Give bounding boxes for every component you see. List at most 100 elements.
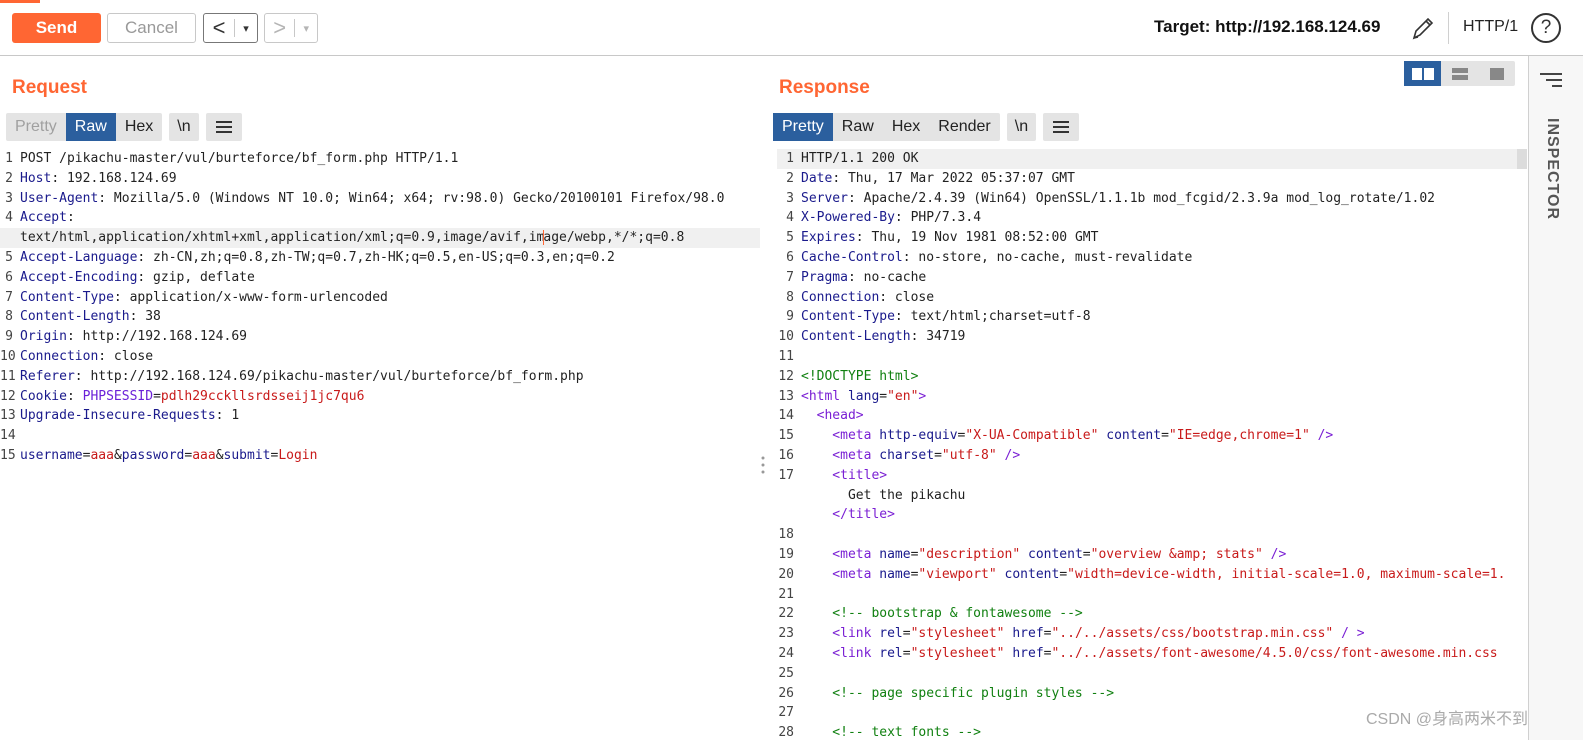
code-line: 6 Accept-Encoding: gzip, deflate bbox=[0, 268, 760, 288]
code-text: : http://192.168.124.69/pikachu-master/v… bbox=[74, 368, 584, 384]
line-number: 3 bbox=[5, 190, 13, 206]
request-view-tabs: Pretty Raw Hex bbox=[6, 113, 163, 141]
response-tab-row: Pretty Raw Hex Render \n bbox=[773, 113, 1080, 141]
request-title: Request bbox=[12, 77, 87, 98]
code-text: lang bbox=[840, 388, 880, 404]
code-text: User-Agent: Mozilla/5.0 (Windows NT 10.0… bbox=[20, 189, 724, 209]
code-text: = bbox=[1082, 546, 1091, 562]
code-text: / > bbox=[1333, 626, 1365, 642]
newline-toggle-button[interactable]: \n bbox=[169, 113, 199, 141]
response-viewer[interactable]: 1 HTTP/1.1 200 OK 2 Date: Thu, 17 Mar 2022… bbox=[777, 149, 1517, 740]
code-line: 13 Upgrade-Insecure-Requests: 1 bbox=[0, 406, 760, 426]
back-arrow-button[interactable]: < bbox=[204, 15, 234, 41]
response-title: Response bbox=[779, 77, 870, 98]
code-text: Cache-Control: no-store, no-cache, must-… bbox=[801, 248, 1192, 268]
code-text: username=aaa&password=aaa&submit=Login bbox=[20, 446, 317, 466]
code-text: /> bbox=[996, 447, 1021, 463]
http-version-toggle[interactable]: HTTP/1 bbox=[1463, 18, 1518, 36]
code-text: <html lang="en"> bbox=[801, 387, 926, 407]
code-text: Get the pikachu bbox=[801, 487, 966, 503]
code-text: : application/x-www-form-urlencoded bbox=[113, 289, 388, 305]
code-text: <link rel="stylesheet" href="../../asset… bbox=[801, 624, 1365, 644]
forward-dropdown-icon[interactable]: ▾ bbox=[295, 22, 317, 35]
menu-icon[interactable] bbox=[1043, 113, 1080, 141]
line-number: 10 bbox=[778, 329, 794, 345]
line-number: 24 bbox=[778, 645, 794, 661]
tab-raw[interactable]: Raw bbox=[65, 113, 116, 141]
code-text: X-Powered-By: PHP/7.3.4 bbox=[801, 208, 981, 228]
line-number: 19 bbox=[778, 546, 794, 562]
code-text: Server bbox=[801, 190, 848, 206]
code-text: /> bbox=[1309, 428, 1334, 444]
code-text: Login bbox=[278, 447, 318, 463]
code-text: : no-cache bbox=[847, 269, 927, 285]
request-editor[interactable]: 1 POST /pikachu-master/vul/burteforce/bf_… bbox=[0, 149, 760, 466]
code-text: = bbox=[153, 388, 161, 404]
code-text: : 1 bbox=[215, 408, 240, 424]
line-number: 7 bbox=[786, 269, 794, 285]
code-text: http-equiv bbox=[871, 428, 958, 444]
inspector-toggle-icon[interactable] bbox=[1540, 71, 1562, 89]
edit-target-pencil-icon[interactable] bbox=[1410, 14, 1434, 42]
code-line: 3 User-Agent: Mozilla/5.0 (Windows NT 10.… bbox=[0, 189, 760, 209]
line-number: 2 bbox=[5, 170, 13, 186]
top-bottom-layout-icon[interactable] bbox=[1441, 61, 1478, 86]
line-number: 12 bbox=[0, 388, 16, 404]
history-back-group: < ▾ bbox=[203, 13, 258, 43]
code-text: Connection: close bbox=[20, 347, 153, 367]
code-text: : Apache/2.4.39 (Win64) OpenSSL/1.1.1b m… bbox=[847, 190, 1435, 206]
tab-hex[interactable]: Hex bbox=[883, 113, 929, 141]
code-text: Referer: http://192.168.124.69/pikachu-m… bbox=[20, 367, 584, 387]
code-text: username bbox=[20, 447, 83, 463]
forward-arrow-button[interactable]: > bbox=[265, 15, 294, 41]
code-line-current: 1 HTTP/1.1 200 OK bbox=[777, 149, 1517, 169]
code-text: "stylesheet" bbox=[910, 626, 1005, 642]
line-number: 18 bbox=[778, 527, 794, 543]
code-text: "stylesheet" bbox=[910, 645, 1005, 661]
code-text: "width=device-width, initial-scale=1.0, … bbox=[1067, 566, 1506, 582]
code-text: : bbox=[66, 210, 75, 226]
tab-pretty[interactable]: Pretty bbox=[6, 113, 66, 141]
code-text: content bbox=[996, 566, 1060, 582]
watermark: CSDN @身高两米不到 bbox=[1366, 711, 1529, 728]
tabs-layout-icon[interactable] bbox=[1478, 61, 1515, 86]
back-dropdown-icon[interactable]: ▾ bbox=[235, 22, 257, 35]
line-number: 4 bbox=[786, 210, 794, 226]
side-by-side-layout-icon[interactable] bbox=[1404, 61, 1441, 86]
code-text: <meta bbox=[801, 447, 872, 463]
inspector-label[interactable]: INSPECTOR bbox=[1537, 118, 1561, 238]
send-button[interactable]: Send bbox=[12, 13, 101, 43]
code-text: Origin: http://192.168.124.69 bbox=[20, 327, 247, 347]
code-line: 14 bbox=[0, 426, 760, 446]
code-line: 8 Content-Length: 38 bbox=[0, 307, 760, 327]
help-icon[interactable]: ? bbox=[1531, 13, 1561, 43]
panel-resize-handle-icon[interactable] bbox=[759, 455, 767, 475]
code-text: Cookie bbox=[20, 388, 67, 404]
request-tab-row: Pretty Raw Hex \n bbox=[6, 113, 242, 141]
line-number: 28 bbox=[778, 725, 794, 740]
code-text: <head> bbox=[801, 408, 864, 424]
response-scrollbar-thumb[interactable] bbox=[1517, 149, 1527, 169]
code-text: content bbox=[1020, 546, 1083, 562]
newline-toggle-button[interactable]: \n bbox=[1006, 113, 1037, 141]
code-text: charset bbox=[871, 447, 935, 463]
line-number: 22 bbox=[778, 606, 794, 622]
line-number: 8 bbox=[786, 289, 794, 305]
tab-pretty[interactable]: Pretty bbox=[773, 113, 833, 141]
code-text: User-Agent bbox=[20, 190, 99, 206]
menu-icon[interactable] bbox=[205, 113, 242, 141]
code-line: 11 bbox=[777, 347, 1517, 367]
code-text: Connection bbox=[20, 348, 99, 364]
line-number: 14 bbox=[778, 408, 794, 424]
line-number: 6 bbox=[5, 269, 13, 285]
tab-raw[interactable]: Raw bbox=[833, 113, 883, 141]
code-line: 12 Cookie: PHPSESSID=pdlh29cckllsrdsseij1… bbox=[0, 387, 760, 407]
code-text: Content-Length: 34719 bbox=[801, 327, 965, 347]
code-text: = bbox=[879, 388, 888, 404]
tab-hex[interactable]: Hex bbox=[116, 113, 162, 141]
code-line: 9 Content-Type: text/html;charset=utf-8 bbox=[777, 307, 1517, 327]
code-text: Host: 192.168.124.69 bbox=[20, 169, 177, 189]
cancel-button[interactable]: Cancel bbox=[107, 13, 196, 43]
code-text: pdlh29cckllsrdsseij1jc7qu6 bbox=[160, 388, 365, 404]
tab-render[interactable]: Render bbox=[929, 113, 999, 141]
